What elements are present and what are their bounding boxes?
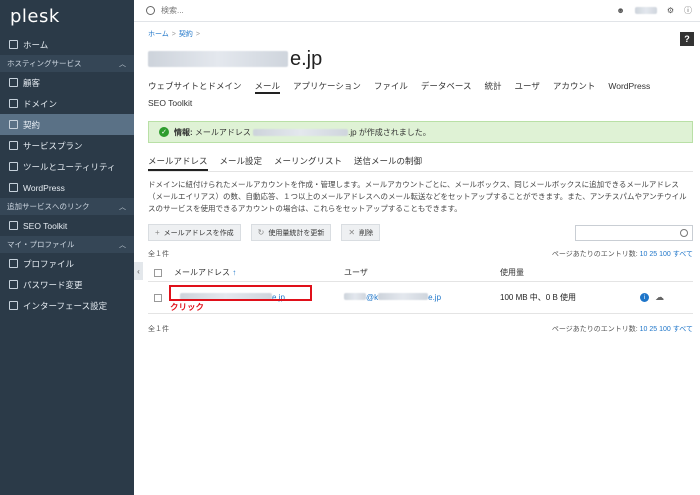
sidebar: plesk ホーム ホスティングサービス ︿ 顧客 ドメイン 契約 サービスプラン ツールとユ… [0,0,134,495]
list-search-input[interactable] [575,224,693,241]
tab[interactable]: WordPress [608,79,650,94]
description: ドメインに紐付けられたメールアカウントを作成・管理します。メールアカウントごとに… [148,180,687,213]
row-checkbox[interactable] [154,293,162,302]
col-email-address[interactable]: メールアドレス ↑ [174,267,344,278]
list-meta-top: 全１件 ページあたりのエントリ数: 10 25 100 すべて [148,251,693,258]
customers-icon [9,78,18,87]
sidebar-item[interactable]: 契約 [0,114,134,135]
home-icon [9,40,18,49]
feedback-icon[interactable]: ⚙ [667,6,674,15]
blurred-domain [148,51,288,67]
key-icon [9,280,18,289]
tab[interactable]: ファイル [374,79,408,94]
click-annotation: クリック [170,302,205,312]
mail-client-icon[interactable]: ☁ [655,292,664,303]
grid-icon [9,120,18,129]
main-content: ホーム > 契約 > e.jp ウェブサイトとドメイン メール アプリケーション ファイルデ… [148,22,693,336]
click-highlight-box [169,285,312,301]
toolbar: + メールアドレスを作成 ↻ 使用量統計を更新 ✕ 削除 [148,224,693,241]
wordpress-icon [9,183,18,192]
sidebar-collapse-button[interactable]: ‹ [134,262,143,280]
update-usage-button[interactable]: ↻ 使用量統計を更新 [250,224,332,241]
profile-icon [9,259,18,268]
success-alert: ✓ 情報: メールアドレス .jp が作成されました。 [148,121,693,143]
page-title: e.jp [148,45,693,73]
breadcrumb-contract[interactable]: 契約 [179,31,193,38]
user-link[interactable]: @k e.jp [344,293,500,302]
sidebar-section[interactable]: ホスティングサービス ︿ [0,55,134,72]
sidebar-item[interactable]: ホーム [0,34,134,55]
delete-icon: ✕ [348,228,356,237]
usage-value: 100 MB 中、0 B 使用 [500,293,577,302]
subtab[interactable]: メールアドレス [148,155,208,171]
subtab[interactable]: メーリングリスト [274,155,342,171]
main-tabs: ウェブサイトとドメイン メール アプリケーション ファイル データベース 統計 ユーザ アカウ… [148,79,693,111]
refresh-icon: ↻ [257,228,265,237]
per-page-option[interactable]: すべて [673,251,693,258]
sidebar-section[interactable]: 追加サービスへのリンク ︿ [0,198,134,215]
plesk-logo[interactable]: plesk [0,0,134,34]
tools-icon [9,162,18,171]
top-bar: 検索... ☻ ⚙ ⓘ [134,0,700,22]
table-row: e.jp @k e.jp 100 MB 中、0 B 使用 i ☁ クリック [148,282,693,314]
sidebar-item[interactable]: プロファイル [0,253,134,274]
sidebar-item[interactable]: SEO Toolkit [0,215,134,236]
sidebar-item[interactable]: ドメイン [0,93,134,114]
per-page-option[interactable]: 10 [640,326,648,333]
sidebar-item[interactable]: WordPress [0,177,134,198]
tab[interactable]: データベース [421,79,472,94]
chevron-up-icon: ︿ [119,241,126,249]
sidebar-nav: ホーム ホスティングサービス ︿ 顧客 ドメイン 契約 サービスプラン ツールとユーティリティ… [0,34,134,316]
user-icon[interactable]: ☻ [616,6,624,15]
table-header: メールアドレス ↑ ユーザ 使用量 [148,264,693,282]
per-page-option[interactable]: すべて [673,326,693,333]
check-icon: ✓ [159,127,169,137]
per-page-option[interactable]: 100 [659,251,671,258]
subtab[interactable]: メール設定 [220,155,263,171]
sidebar-section[interactable]: マイ・プロファイル ︿ [0,236,134,253]
tab[interactable]: アプリケーション [293,79,361,94]
select-all-checkbox[interactable] [154,268,162,277]
tab[interactable]: ユーザ [514,79,539,94]
user-name[interactable] [634,7,657,14]
help-icon[interactable]: ⓘ [684,5,692,16]
tab[interactable]: ウェブサイトとドメイン [148,79,242,94]
chevron-up-icon: ︿ [119,60,126,68]
breadcrumb-home[interactable]: ホーム [148,31,169,38]
tab[interactable]: 統計 [484,79,501,94]
per-page-option[interactable]: 25 [649,326,657,333]
tab[interactable]: SEO Toolkit [148,96,192,111]
sidebar-item[interactable]: サービスプラン [0,135,134,156]
search-icon [680,228,688,237]
col-usage[interactable]: 使用量 [500,267,524,278]
sidebar-item[interactable]: ツールとユーティリティ [0,156,134,177]
delete-button[interactable]: ✕ 削除 [341,224,381,241]
global-search-input[interactable]: 検索... [161,5,184,16]
monitor-icon [9,99,18,108]
plus-icon: + [155,228,160,237]
per-page-option[interactable]: 10 [640,251,648,258]
search-icon [146,6,155,15]
info-icon[interactable]: i [640,293,649,302]
settings-icon [9,301,18,310]
list-meta-bottom: 全１件 ページあたりのエントリ数: 10 25 100 すべて [148,326,693,333]
sidebar-item[interactable]: 顧客 [0,72,134,93]
per-page-option[interactable]: 25 [649,251,657,258]
seo-icon [9,221,18,230]
chevron-left-icon: ‹ [137,266,140,276]
tab[interactable]: アカウント [553,79,596,94]
create-email-button[interactable]: + メールアドレスを作成 [148,224,241,241]
sidebar-item[interactable]: パスワード変更 [0,274,134,295]
mail-subtabs: メールアドレス メール設定 メーリングリスト 送信メールの制御 [148,155,693,172]
subtab[interactable]: 送信メールの制御 [354,155,422,171]
sidebar-item[interactable]: インターフェース設定 [0,295,134,316]
plan-icon [9,141,18,150]
breadcrumb: ホーム > 契約 > [148,31,200,38]
chevron-up-icon: ︿ [119,203,126,211]
tab[interactable]: メール [254,79,281,94]
per-page-option[interactable]: 100 [659,326,671,333]
col-user[interactable]: ユーザ [344,267,500,278]
